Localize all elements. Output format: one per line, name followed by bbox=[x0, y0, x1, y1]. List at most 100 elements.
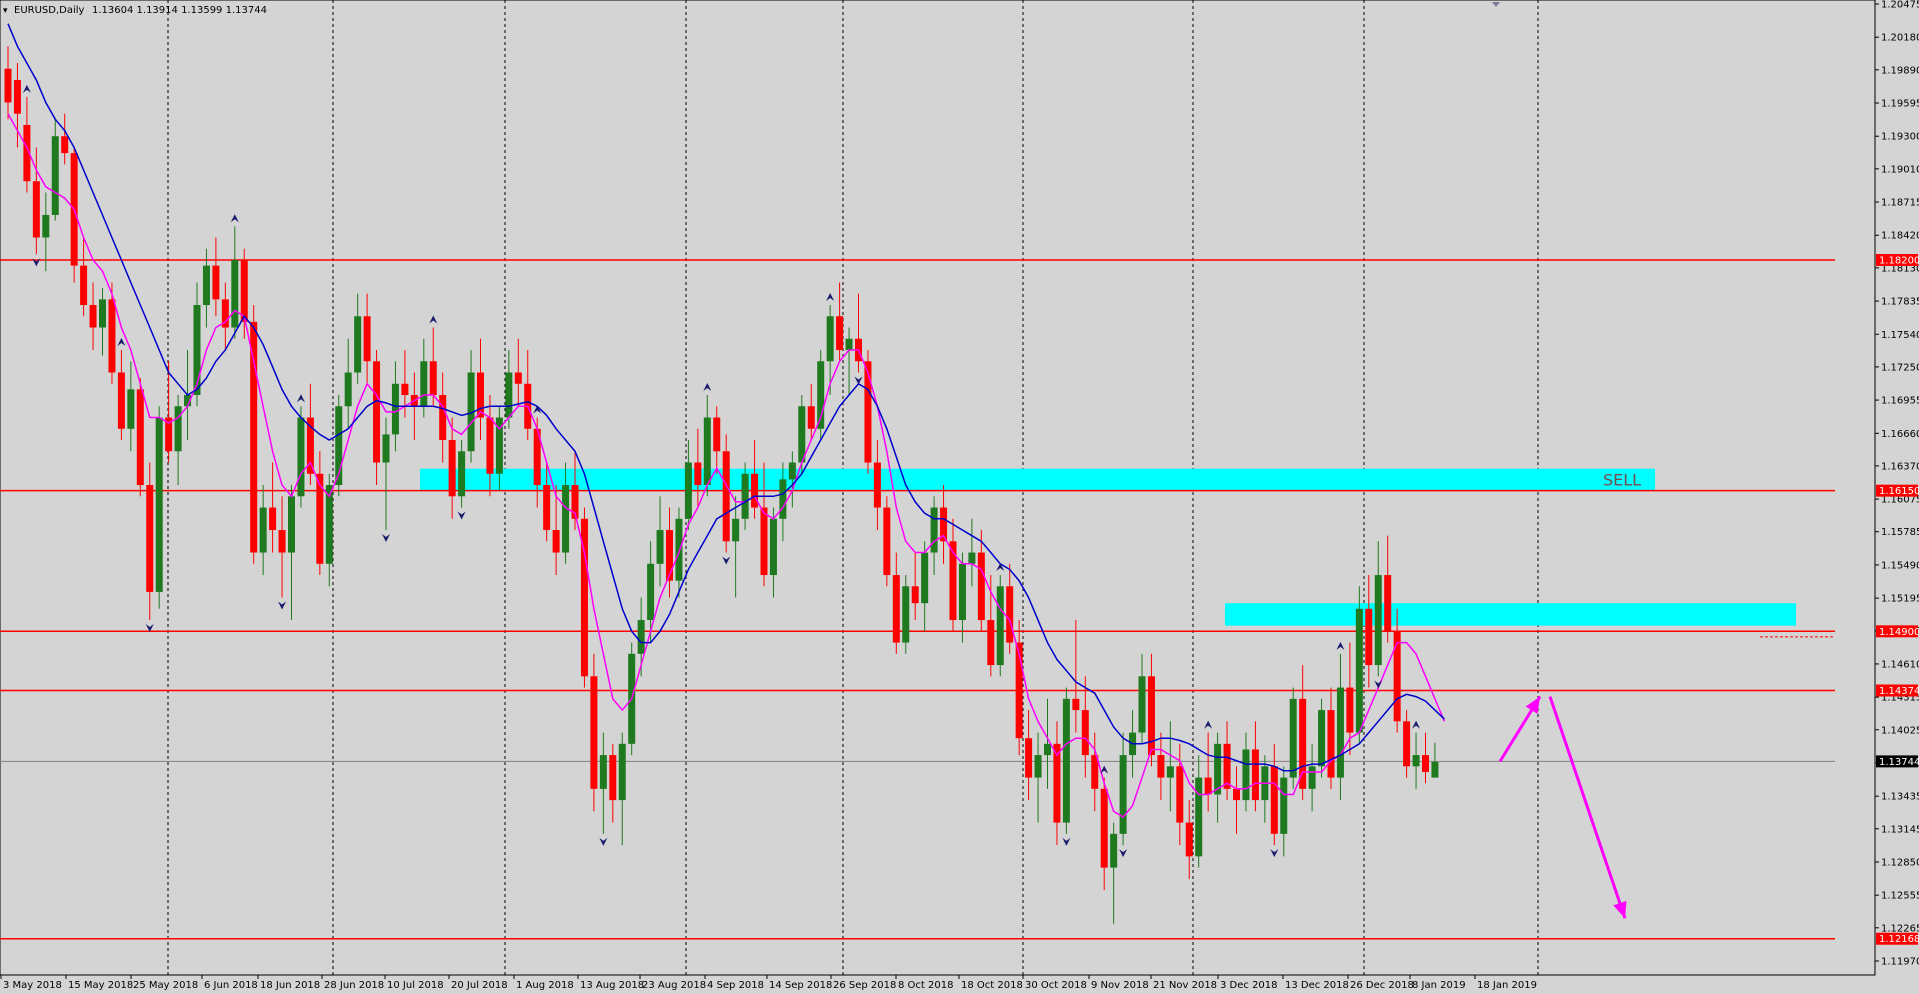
price-tick-label: 1.18715 bbox=[1881, 198, 1919, 209]
candle-body bbox=[269, 507, 277, 531]
candle-body bbox=[448, 440, 456, 497]
candle-body bbox=[1166, 766, 1174, 778]
candle-body bbox=[61, 136, 69, 154]
price-tick-label: 1.20475 bbox=[1881, 0, 1919, 11]
candle-body bbox=[618, 743, 626, 801]
candle-body bbox=[1327, 710, 1335, 778]
candle-body bbox=[977, 552, 985, 621]
price-tick-label: 1.13435 bbox=[1881, 792, 1919, 803]
candle bbox=[136, 378, 144, 497]
level-price-badge-label: 1.16150 bbox=[1879, 486, 1919, 497]
candle-body bbox=[769, 518, 777, 576]
zone-label: SELL bbox=[1603, 471, 1641, 490]
candle-body bbox=[477, 372, 484, 418]
price-tick-label: 1.12555 bbox=[1881, 891, 1919, 902]
candle-body bbox=[562, 485, 570, 553]
time-tick-label: 26 Sep 2018 bbox=[833, 980, 896, 990]
time-tick-label: 18 Oct 2018 bbox=[961, 980, 1023, 990]
time-tick-label: 8 Jan 2019 bbox=[1412, 980, 1466, 990]
candle bbox=[155, 406, 163, 609]
candle-body bbox=[836, 316, 844, 351]
price-tick-label: 1.17540 bbox=[1881, 330, 1919, 341]
resistance-zone bbox=[1225, 603, 1796, 626]
candle-body bbox=[694, 462, 702, 486]
candle-body bbox=[42, 214, 50, 238]
time-tick-label: 3 Dec 2018 bbox=[1220, 980, 1278, 990]
time-tick-label: 18 Jun 2018 bbox=[260, 980, 320, 990]
candle-body bbox=[826, 316, 834, 362]
header-ohlc: 1.13604 1.13914 1.13599 1.13744 bbox=[92, 5, 267, 16]
candle bbox=[1318, 698, 1326, 778]
candle-body bbox=[202, 265, 210, 305]
candle-body bbox=[798, 406, 806, 463]
candle bbox=[1355, 586, 1363, 744]
candle bbox=[1289, 687, 1297, 789]
price-tick-label: 1.15785 bbox=[1881, 527, 1919, 538]
time-tick-label: 20 Jul 2018 bbox=[451, 980, 508, 990]
candle-body bbox=[590, 676, 598, 789]
candle bbox=[902, 575, 910, 654]
time-tick-label: 28 Jun 2018 bbox=[324, 980, 384, 990]
price-tick-label: 1.17250 bbox=[1881, 362, 1919, 373]
candle-body bbox=[788, 462, 796, 480]
candle-body bbox=[136, 389, 144, 486]
candle-body bbox=[51, 136, 59, 215]
candle-body bbox=[32, 181, 40, 238]
time-tick-label: 23 Aug 2018 bbox=[642, 980, 706, 990]
candle-body bbox=[779, 479, 787, 519]
candle-body bbox=[80, 265, 88, 305]
candle-body bbox=[1204, 777, 1212, 795]
candle-body bbox=[1100, 788, 1108, 868]
candle-body bbox=[174, 406, 182, 452]
price-tick-label: 1.19010 bbox=[1881, 164, 1919, 175]
candle-body bbox=[1346, 687, 1354, 733]
resistance-zone bbox=[420, 468, 1655, 491]
candle-body bbox=[1270, 766, 1278, 834]
candle-body bbox=[921, 552, 929, 604]
candle bbox=[817, 350, 825, 441]
candle-body bbox=[1431, 761, 1439, 778]
candle-body bbox=[864, 361, 872, 463]
price-tick-label: 1.19890 bbox=[1881, 65, 1919, 76]
candle-body bbox=[89, 304, 97, 328]
candle-body bbox=[373, 361, 381, 463]
candle-body bbox=[231, 259, 239, 328]
price-tick-label: 1.18420 bbox=[1881, 231, 1919, 242]
candle-body bbox=[741, 473, 749, 519]
candle-body bbox=[1233, 788, 1240, 801]
candle-body bbox=[429, 361, 437, 396]
candle-body bbox=[1176, 766, 1184, 823]
candle-body bbox=[363, 316, 371, 362]
candle-body bbox=[155, 417, 163, 592]
price-tick-label: 1.12850 bbox=[1881, 857, 1919, 868]
candle-body bbox=[1138, 676, 1146, 733]
time-tick-label: 8 Oct 2018 bbox=[898, 980, 953, 990]
candle-body bbox=[1157, 755, 1165, 778]
price-tick-label: 1.16660 bbox=[1881, 429, 1919, 440]
time-tick-label: 9 Nov 2018 bbox=[1091, 980, 1149, 990]
candle-body bbox=[250, 321, 258, 553]
time-tick-label: 21 Nov 2018 bbox=[1153, 980, 1217, 990]
candle-body bbox=[883, 507, 891, 576]
candle-body bbox=[1355, 608, 1363, 733]
candle-body bbox=[1025, 738, 1033, 778]
candle-body bbox=[354, 316, 362, 373]
candle-body bbox=[1365, 608, 1373, 666]
candle-body bbox=[146, 485, 154, 592]
time-tick-label: 26 Dec 2018 bbox=[1350, 980, 1414, 990]
candle bbox=[297, 406, 305, 508]
level-price-badge-label: 1.18200 bbox=[1879, 255, 1919, 266]
time-tick-label: 1 Aug 2018 bbox=[516, 980, 574, 990]
candle bbox=[580, 507, 588, 688]
candle-body bbox=[259, 507, 267, 553]
time-tick-label: 13 Dec 2018 bbox=[1285, 980, 1349, 990]
price-chart[interactable]: SELL 1.20475 1.20180 1.19890 1.19595 1.19300… bbox=[0, 0, 1919, 991]
candle-body bbox=[599, 755, 607, 789]
candle-body bbox=[344, 372, 352, 407]
candle-body bbox=[996, 586, 1004, 666]
candle-body bbox=[117, 372, 125, 429]
candle bbox=[722, 434, 730, 553]
candle-body bbox=[1299, 698, 1307, 789]
candle-body bbox=[420, 361, 428, 407]
candle-body bbox=[13, 79, 21, 114]
